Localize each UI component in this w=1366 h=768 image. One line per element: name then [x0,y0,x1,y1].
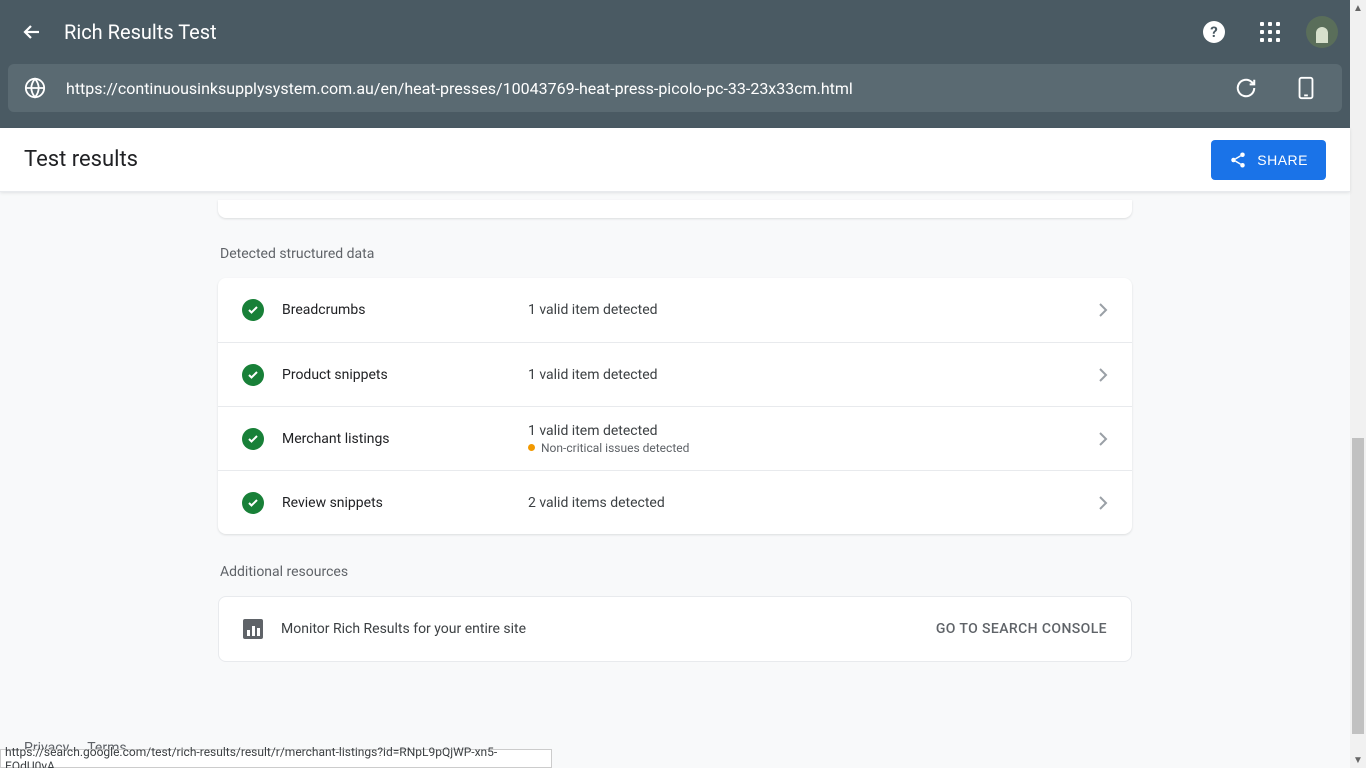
arrow-left-icon [20,20,44,44]
row-detail: 1 valid item detected Non-critical issue… [528,423,1098,455]
row-breadcrumbs[interactable]: Breadcrumbs 1 valid item detected [218,278,1132,342]
apps-button[interactable] [1250,12,1290,52]
scroll-down-button[interactable]: ▼ [1350,752,1366,768]
check-icon [242,428,264,450]
help-icon: ? [1203,21,1225,43]
resources-label: Additional resources [220,564,1132,580]
row-product-snippets[interactable]: Product snippets 1 valid item detected [218,342,1132,406]
scrollbar-thumb[interactable] [1352,438,1364,734]
chevron-right-icon [1098,303,1108,317]
check-icon [242,492,264,514]
row-detail: 1 valid item detected [528,302,1098,318]
chevron-right-icon [1098,496,1108,510]
row-detail: 1 valid item detected [528,367,1098,383]
resource-card: Monitor Rich Results for your entire sit… [218,596,1132,662]
globe-icon [24,77,46,99]
smartphone-icon [1297,76,1315,100]
check-icon [242,364,264,386]
scrollbar[interactable]: ▲ ▼ [1350,0,1366,768]
warning-dot-icon [528,444,535,451]
chevron-right-icon [1098,368,1108,382]
apps-icon [1260,22,1280,42]
resource-text: Monitor Rich Results for your entire sit… [281,621,936,637]
tested-url[interactable]: https://continuousinksupplysystem.com.au… [66,79,1206,98]
device-button[interactable] [1286,68,1326,108]
row-warning-text: Non-critical issues detected [541,441,689,455]
row-review-snippets[interactable]: Review snippets 2 valid items detected [218,470,1132,534]
share-button[interactable]: SHARE [1211,140,1326,180]
content-area: Detected structured data Breadcrumbs 1 v… [0,192,1350,768]
chevron-right-icon [1098,432,1108,446]
titlebar: Rich Results Test ? [0,0,1350,64]
row-detail-text: 1 valid item detected [528,423,1098,439]
help-button[interactable]: ? [1194,12,1234,52]
row-name: Merchant listings [282,431,528,447]
structured-data-label: Detected structured data [220,246,1132,262]
app-header: Rich Results Test ? https://continuousin… [0,0,1350,128]
refresh-button[interactable] [1226,68,1266,108]
subheader: Test results SHARE [0,128,1350,192]
row-name: Product snippets [282,367,528,383]
scroll-up-button[interactable]: ▲ [1350,0,1366,16]
go-to-search-console-link[interactable]: GO TO SEARCH CONSOLE [936,621,1107,637]
chart-icon [243,619,263,639]
account-avatar[interactable] [1306,16,1338,48]
row-warning: Non-critical issues detected [528,441,1098,455]
row-merchant-listings[interactable]: Merchant listings 1 valid item detected … [218,406,1132,470]
page-title: Test results [24,147,138,172]
share-label: SHARE [1257,152,1308,168]
refresh-icon [1235,77,1257,99]
previous-card-edge [218,200,1132,218]
row-name: Breadcrumbs [282,302,528,318]
row-name: Review snippets [282,495,528,511]
back-button[interactable] [8,8,56,56]
check-icon [242,299,264,321]
row-detail: 2 valid items detected [528,495,1098,511]
app-title: Rich Results Test [64,20,217,44]
url-bar: https://continuousinksupplysystem.com.au… [8,64,1342,112]
structured-data-card: Breadcrumbs 1 valid item detected Produc… [218,278,1132,534]
header-actions: ? [1194,0,1338,64]
share-icon [1229,151,1247,169]
browser-status-bar: https://search.google.com/test/rich-resu… [0,749,552,768]
